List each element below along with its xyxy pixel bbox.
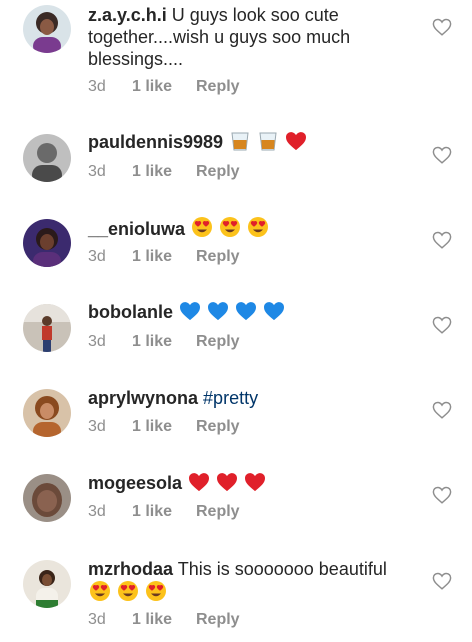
avatar[interactable]	[23, 474, 71, 522]
comment-username[interactable]: z.a.y.c.h.i	[88, 5, 167, 25]
comment-text: mogeesola	[88, 472, 408, 494]
comment-text: pauldennis9989	[88, 131, 408, 153]
blue-heart-icon	[179, 301, 201, 321]
comment-username[interactable]: pauldennis9989	[88, 132, 223, 152]
avatar[interactable]	[23, 560, 71, 608]
comment-time: 3d	[88, 418, 106, 435]
like-heart-icon[interactable]	[432, 146, 452, 164]
comment-time: 3d	[88, 163, 106, 180]
comment-likes[interactable]: 1 like	[132, 77, 196, 97]
comment-likes[interactable]: 1 like	[132, 332, 196, 352]
comment-text: __enioluwa	[88, 216, 408, 240]
comment-username[interactable]: mzrhodaa	[88, 559, 173, 579]
comment-text: bobolanle	[88, 301, 408, 323]
heart-eyes-icon	[89, 580, 111, 602]
hashtag-link[interactable]: #pretty	[203, 388, 258, 408]
tumbler-glass-icon	[257, 131, 279, 151]
comment-meta: 3d 1 like Reply	[88, 502, 240, 522]
comment-username[interactable]: bobolanle	[88, 302, 173, 322]
comment-likes[interactable]: 1 like	[132, 502, 196, 522]
avatar[interactable]	[23, 5, 71, 53]
reply-button[interactable]: Reply	[196, 610, 240, 630]
comment-username[interactable]: __enioluwa	[88, 219, 185, 239]
reply-button[interactable]: Reply	[196, 247, 240, 267]
red-heart-icon	[216, 472, 238, 492]
like-heart-icon[interactable]	[432, 231, 452, 249]
heart-eyes-icon	[191, 216, 213, 238]
comment-likes[interactable]: 1 like	[132, 162, 196, 182]
blue-heart-icon	[207, 301, 229, 321]
reply-button[interactable]: Reply	[196, 332, 240, 352]
comment-meta: 3d 1 like Reply	[88, 332, 240, 352]
like-heart-icon[interactable]	[432, 486, 452, 504]
comment-meta: 3d 1 like Reply	[88, 77, 240, 97]
like-heart-icon[interactable]	[432, 316, 452, 334]
reply-button[interactable]: Reply	[196, 502, 240, 522]
avatar[interactable]	[23, 219, 71, 267]
comment-body: This is sooooooo beautiful	[177, 559, 387, 579]
avatar[interactable]	[23, 389, 71, 437]
comment-username[interactable]: mogeesola	[88, 473, 182, 493]
blue-heart-icon	[235, 301, 257, 321]
heart-eyes-icon	[219, 216, 241, 238]
avatar[interactable]	[23, 134, 71, 182]
comment-likes[interactable]: 1 like	[132, 247, 196, 267]
comment-text: z.a.y.c.h.i U guys look soo cute togethe…	[88, 4, 408, 70]
red-heart-icon	[188, 472, 210, 492]
red-heart-icon	[285, 131, 307, 151]
reply-button[interactable]: Reply	[196, 417, 240, 437]
reply-button[interactable]: Reply	[196, 77, 240, 97]
heart-eyes-icon	[247, 216, 269, 238]
comment-meta: 3d 1 like Reply	[88, 162, 240, 182]
reply-button[interactable]: Reply	[196, 162, 240, 182]
blue-heart-icon	[263, 301, 285, 321]
heart-eyes-icon	[145, 580, 167, 602]
comment-time: 3d	[88, 611, 106, 628]
comment-meta: 3d 1 like Reply	[88, 610, 240, 630]
comment-time: 3d	[88, 503, 106, 520]
like-heart-icon[interactable]	[432, 401, 452, 419]
comment-text: aprylwynona #pretty	[88, 387, 408, 409]
comment-time: 3d	[88, 248, 106, 265]
red-heart-icon	[244, 472, 266, 492]
comment-time: 3d	[88, 78, 106, 95]
like-heart-icon[interactable]	[432, 18, 452, 36]
like-heart-icon[interactable]	[432, 572, 452, 590]
heart-eyes-icon	[117, 580, 139, 602]
comment-meta: 3d 1 like Reply	[88, 417, 240, 437]
comment-text: mzrhodaa This is sooooooo beautiful	[88, 558, 408, 604]
comment-likes[interactable]: 1 like	[132, 417, 196, 437]
tumbler-glass-icon	[229, 131, 251, 151]
avatar[interactable]	[23, 304, 71, 352]
comment-username[interactable]: aprylwynona	[88, 388, 198, 408]
comment-time: 3d	[88, 333, 106, 350]
comment-likes[interactable]: 1 like	[132, 610, 196, 630]
comment-meta: 3d 1 like Reply	[88, 247, 240, 267]
